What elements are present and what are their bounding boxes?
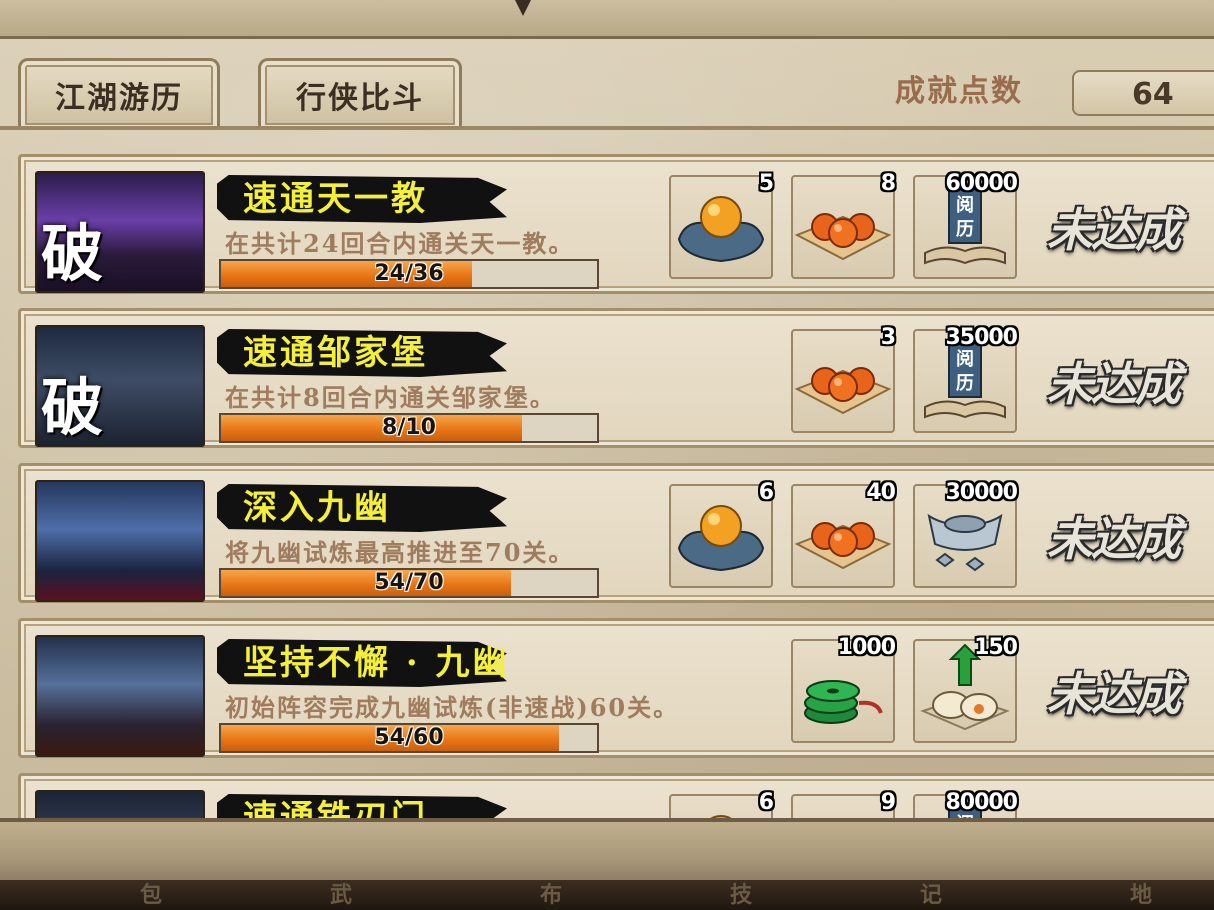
reward-quantity: 40 [866,480,896,505]
achievement-description: 初始阵容完成九幽试炼(非速战)60关。 [225,693,680,722]
svg-text:阅: 阅 [956,348,974,370]
achievement-title: 速通邹家堡 [243,333,428,373]
achievement-title: 深入九幽 [243,488,391,528]
achievement-title: 速通天一教 [243,179,428,219]
achievement-row[interactable]: 深入九幽将九幽试炼最高推进至70关。 54/70 6 40 30000 未达成 [18,463,1214,603]
reward-quantity: 9 [880,790,896,815]
progress-bar: 8/10 [219,413,599,443]
reward-quantity: 5 [758,171,774,196]
reward-slot[interactable]: 150 [913,635,1018,743]
panel-bottom-rail [0,818,1214,884]
achievement-row[interactable]: 坚持不懈 · 九幽初始阵容完成九幽试炼(非速战)60关。 54/60 1000 1… [18,618,1214,758]
achievement-row[interactable]: 速通铁刃门 6 9 阅 历80000未达成 [18,773,1214,824]
tianyijiao-stage-art: 破 [35,171,205,293]
tab-xiaxia-duel[interactable]: 行侠比斗 [258,58,462,129]
achievement-title: 坚持不懈 · 九幽 [243,643,510,683]
reward-slot[interactable]: 阅 历 35000 [913,325,1018,433]
bottom-menu-item[interactable]: 技 [730,880,752,910]
reward-slot[interactable]: 30000 [913,480,1018,588]
reward-slot[interactable]: 1000 [791,635,896,743]
reward-quantity: 6 [758,480,774,505]
achievement-row[interactable]: 破 速通天一教在共计24回合内通关天一教。 24/36 5 8 阅 历 60000 未达… [18,154,1214,294]
progress-text: 24/36 [374,261,444,286]
reward-slot[interactable]: 5 [669,171,774,279]
achievement-points-value: 64 [1072,70,1214,116]
jiuyou-swordsman-art [35,480,205,602]
bottom-menu-item[interactable]: 包 [140,880,162,910]
achievement-points-label: 成就点数 [895,74,1023,109]
progress-bar: 54/70 [219,568,599,598]
tab-jianghu-travel-label: 江湖游历 [55,81,183,116]
reward-slot[interactable]: 3 [791,325,896,433]
reward-quantity: 80000 [945,790,1018,815]
bottom-menu-item[interactable]: 地 [1130,880,1152,910]
tab-xiaxia-duel-label: 行侠比斗 [296,81,424,116]
reward-quantity: 3 [880,325,896,350]
progress-bar: 54/60 [219,723,599,753]
bottom-menu-item[interactable]: 武 [330,880,352,910]
jiuyou-party-art [35,635,205,757]
progress-text: 54/70 [374,570,444,595]
achievement-row[interactable]: 破 速通邹家堡在共计8回合内通关邹家堡。 8/10 3 阅 历 35000 未达成 [18,308,1214,448]
break-label: 破 [41,217,104,290]
reward-quantity: 60000 [945,171,1018,196]
reward-quantity: 35000 [945,325,1018,350]
progress-text: 8/10 [382,415,436,440]
zoujiabao-stage-art: 破 [35,325,205,447]
progress-bar: 24/36 [219,259,599,289]
panel-top-rail [0,0,1214,39]
status-not-achieved: 未达成 [1047,512,1181,566]
reward-quantity: 1000 [837,635,896,660]
bottom-menu-item[interactable]: 记 [920,880,942,910]
achievement-description: 在共计8回合内通关邹家堡。 [225,383,556,412]
reward-slot[interactable]: 6 [669,480,774,588]
status-not-achieved: 未达成 [1047,667,1181,721]
status-not-achieved: 未达成 [1047,357,1181,411]
achievement-description: 将九幽试炼最高推进至70关。 [225,538,575,567]
bottom-menu [0,880,1214,910]
reward-slot[interactable]: 阅 历 60000 [913,171,1018,279]
achievement-list[interactable]: 破 速通天一教在共计24回合内通关天一教。 24/36 5 8 阅 历 60000 未达… [0,126,1214,824]
reward-quantity: 150 [974,635,1018,660]
reward-slot[interactable]: 40 [791,480,896,588]
top-notch [515,0,531,16]
svg-text:历: 历 [956,373,974,394]
reward-quantity: 30000 [945,480,1018,505]
tab-jianghu-travel[interactable]: 江湖游历 [18,58,220,129]
reward-quantity: 6 [758,790,774,815]
reward-quantity: 8 [880,171,896,196]
status-not-achieved: 未达成 [1047,203,1181,257]
reward-slot[interactable]: 8 [791,171,896,279]
achievement-description: 在共计24回合内通关天一教。 [225,229,575,258]
progress-text: 54/60 [374,725,444,750]
svg-text:阅: 阅 [956,194,974,216]
bottom-menu-item[interactable]: 布 [540,880,562,910]
break-label: 破 [41,371,104,444]
svg-text:历: 历 [956,219,974,240]
